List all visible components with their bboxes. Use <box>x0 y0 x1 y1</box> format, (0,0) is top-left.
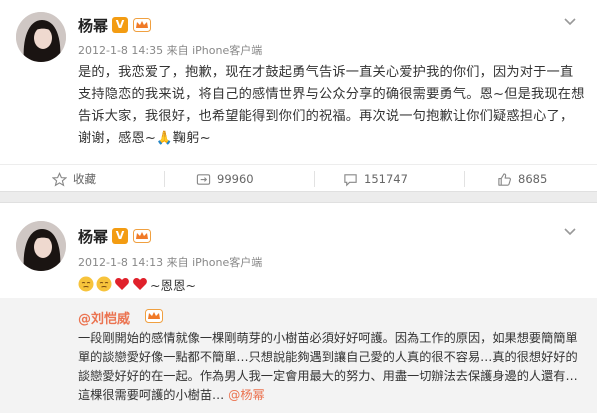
favorite-button[interactable]: 收藏 <box>52 171 96 187</box>
author-name[interactable]: 杨幂 <box>78 226 108 247</box>
avatar[interactable] <box>16 12 66 62</box>
post-text: 是的，我恋爱了，抱歉，现在才鼓起勇气告诉一直关心爱护我的你们，因为对于一直支持隐… <box>78 65 585 146</box>
post-text: ~恩恩~ <box>78 276 196 293</box>
favorite-label: 收藏 <box>73 172 96 186</box>
like-count: 8685 <box>518 172 548 186</box>
comment-count: 151747 <box>364 172 408 186</box>
heart-icon <box>115 278 129 290</box>
post-separator <box>0 191 597 203</box>
weibo-post-1: 杨幂 V 2012-1-8 14:35 来自 iPhone客户端 是的，我恋爱了… <box>0 0 597 191</box>
heart-icon <box>133 278 147 290</box>
member-crown-icon <box>133 18 151 32</box>
divider <box>464 171 465 187</box>
avatar[interactable] <box>16 221 66 271</box>
quoted-text-content: 一段剛開始的感情就像一棵剛萌芽的小樹苗必須好好呵護。因為工作的原因，如果想要簡簡… <box>78 331 578 402</box>
sleepy-face-emoji-icon <box>96 276 112 292</box>
comment-button[interactable]: 151747 <box>343 171 408 187</box>
action-bar: 收藏 99960 151747 8685 <box>0 164 597 191</box>
quoted-post[interactable]: @刘恺威 一段剛開始的感情就像一棵剛萌芽的小樹苗必須好好呵護。因為工作的原因，如… <box>0 298 597 413</box>
star-icon <box>52 171 67 186</box>
post-text-content: ~恩恩~ <box>150 277 196 293</box>
verified-badge: V <box>112 228 128 244</box>
divider <box>164 171 165 187</box>
chevron-down-icon[interactable] <box>563 225 577 239</box>
member-crown-icon <box>145 309 163 323</box>
author-name[interactable]: 杨幂 <box>78 15 108 36</box>
divider <box>314 171 315 187</box>
repost-button[interactable]: 99960 <box>196 171 254 187</box>
mention-link[interactable]: @杨幂 <box>228 388 265 402</box>
sleepy-face-emoji-icon <box>78 276 94 292</box>
chevron-down-icon[interactable] <box>563 15 577 29</box>
repost-count: 99960 <box>217 172 254 186</box>
post-meta: 2012-1-8 14:13 来自 iPhone客户端 <box>78 256 263 269</box>
quoted-author[interactable]: @刘恺威 <box>78 308 130 327</box>
member-crown-icon <box>133 229 151 243</box>
weibo-post-2: 杨幂 V 2012-1-8 14:13 来自 iPhone客户端 ~恩恩~ @刘… <box>0 203 597 413</box>
like-button[interactable]: 8685 <box>497 171 547 187</box>
comment-icon <box>344 173 357 186</box>
verified-badge: V <box>112 17 128 33</box>
thumbs-up-icon <box>498 172 511 186</box>
post-meta: 2012-1-8 14:35 来自 iPhone客户端 <box>78 44 263 57</box>
repost-icon <box>196 173 211 185</box>
quoted-text: 一段剛開始的感情就像一棵剛萌芽的小樹苗必須好好呵護。因為工作的原因，如果想要簡簡… <box>78 329 588 405</box>
